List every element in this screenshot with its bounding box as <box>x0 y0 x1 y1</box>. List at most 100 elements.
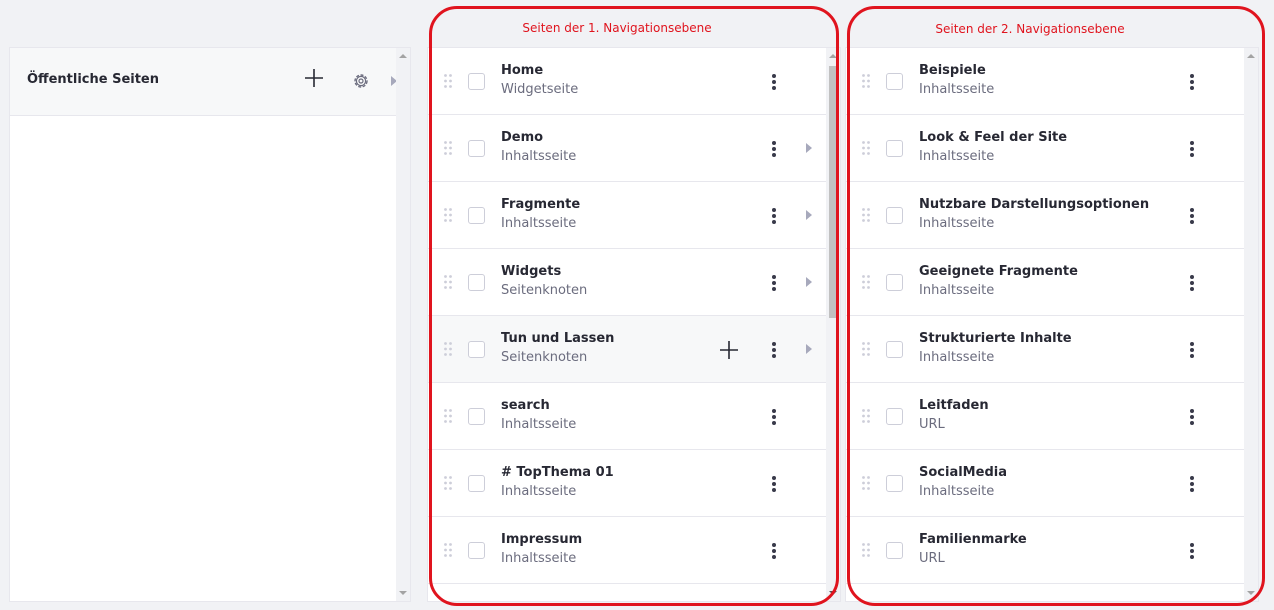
row-checkbox[interactable] <box>886 408 903 425</box>
scroll-thumb[interactable] <box>829 66 837 318</box>
page-row[interactable]: search Inhaltsseite <box>428 383 826 450</box>
page-row[interactable]: Strukturierte Inhalte Inhaltsseite <box>846 316 1244 383</box>
drag-handle-icon[interactable] <box>443 408 453 424</box>
plus-icon[interactable] <box>303 67 325 89</box>
page-title: Strukturierte Inhalte <box>919 331 1072 346</box>
kebab-icon[interactable] <box>1189 341 1195 359</box>
drag-handle-icon[interactable] <box>861 207 871 223</box>
page-title: Impressum <box>501 532 583 547</box>
page-row[interactable]: SocialMedia Inhaltsseite <box>846 450 1244 517</box>
page-type: URL <box>919 417 945 432</box>
page-type: Inhaltsseite <box>501 149 577 164</box>
page-row[interactable]: Geeignete Fragmente Inhaltsseite <box>846 249 1244 316</box>
row-checkbox[interactable] <box>468 274 485 291</box>
page-title: # TopThema 01 <box>501 465 614 480</box>
drag-handle-icon[interactable] <box>443 140 453 156</box>
row-checkbox[interactable] <box>468 408 485 425</box>
root-scrollbar[interactable] <box>396 48 410 601</box>
drag-handle-icon[interactable] <box>861 542 871 558</box>
row-checkbox[interactable] <box>886 475 903 492</box>
drag-handle-icon[interactable] <box>861 274 871 290</box>
scroll-up-icon[interactable] <box>1247 52 1255 60</box>
kebab-icon[interactable] <box>1189 475 1195 493</box>
page-type: Inhaltsseite <box>919 283 995 298</box>
caret-right-icon[interactable] <box>805 142 813 154</box>
page-title: Demo <box>501 130 544 145</box>
caret-right-icon[interactable] <box>805 343 813 355</box>
kebab-icon[interactable] <box>771 341 777 359</box>
drag-handle-icon[interactable] <box>861 140 871 156</box>
page-title: SocialMedia <box>919 465 1007 480</box>
row-checkbox[interactable] <box>468 140 485 157</box>
page-title: Home <box>501 63 544 78</box>
root-title: Öffentliche Seiten <box>27 72 160 87</box>
page-row[interactable]: Look & Feel der Site Inhaltsseite <box>846 115 1244 182</box>
caret-right-icon[interactable] <box>805 276 813 288</box>
row-checkbox[interactable] <box>886 73 903 90</box>
plus-icon[interactable] <box>719 340 739 360</box>
scroll-up-icon[interactable] <box>829 52 837 60</box>
page-row[interactable]: Familienmarke URL <box>846 517 1244 584</box>
drag-handle-icon[interactable] <box>443 207 453 223</box>
root-header[interactable]: Öffentliche Seiten <box>10 48 410 116</box>
drag-handle-icon[interactable] <box>443 475 453 491</box>
kebab-icon[interactable] <box>771 542 777 560</box>
kebab-icon[interactable] <box>1189 542 1195 560</box>
row-checkbox[interactable] <box>468 475 485 492</box>
row-checkbox[interactable] <box>468 341 485 358</box>
caret-right-icon[interactable] <box>805 209 813 221</box>
page-type: Inhaltsseite <box>501 417 577 432</box>
drag-handle-icon[interactable] <box>861 475 871 491</box>
page-row[interactable]: Widgets Seitenknoten <box>428 249 826 316</box>
row-checkbox[interactable] <box>886 341 903 358</box>
kebab-icon[interactable] <box>771 475 777 493</box>
page-type: Seitenknoten <box>501 283 588 298</box>
kebab-icon[interactable] <box>1189 408 1195 426</box>
kebab-icon[interactable] <box>1189 140 1195 158</box>
kebab-icon[interactable] <box>1189 73 1195 91</box>
row-checkbox[interactable] <box>886 274 903 291</box>
drag-handle-icon[interactable] <box>861 73 871 89</box>
annotation-label-level1: Seiten der 1. Navigationsebene <box>522 21 712 35</box>
kebab-icon[interactable] <box>771 274 777 292</box>
page-row[interactable]: Tun und Lassen Seitenknoten <box>428 316 826 383</box>
page-type: Inhaltsseite <box>919 82 995 97</box>
page-row[interactable]: Home Widgetseite <box>428 48 826 115</box>
page-row[interactable]: Fragmente Inhaltsseite <box>428 182 826 249</box>
page-type: Inhaltsseite <box>919 350 995 365</box>
page-title: Beispiele <box>919 63 986 78</box>
drag-handle-icon[interactable] <box>443 341 453 357</box>
row-checkbox[interactable] <box>468 73 485 90</box>
scroll-down-icon[interactable] <box>1247 589 1255 597</box>
page-title: Fragmente <box>501 197 581 212</box>
kebab-icon[interactable] <box>771 408 777 426</box>
gear-icon[interactable] <box>352 72 370 90</box>
row-checkbox[interactable] <box>468 207 485 224</box>
drag-handle-icon[interactable] <box>443 73 453 89</box>
page-row[interactable]: Nutzbare Darstellungsoptionen Inhaltsseit… <box>846 182 1244 249</box>
level2-scrollbar[interactable] <box>1244 48 1258 601</box>
drag-handle-icon[interactable] <box>861 341 871 357</box>
page-row[interactable]: Demo Inhaltsseite <box>428 115 826 182</box>
row-checkbox[interactable] <box>886 207 903 224</box>
drag-handle-icon[interactable] <box>443 542 453 558</box>
page-row[interactable]: # TopThema 01 Inhaltsseite <box>428 450 826 517</box>
level1-scrollbar[interactable] <box>826 48 840 601</box>
row-checkbox[interactable] <box>886 542 903 559</box>
kebab-icon[interactable] <box>771 140 777 158</box>
kebab-icon[interactable] <box>771 207 777 225</box>
page-row[interactable]: Impressum Inhaltsseite <box>428 517 826 584</box>
page-title: Leitfaden <box>919 398 989 413</box>
scroll-up-icon[interactable] <box>399 52 407 60</box>
row-checkbox[interactable] <box>886 140 903 157</box>
drag-handle-icon[interactable] <box>861 408 871 424</box>
scroll-down-icon[interactable] <box>829 589 837 597</box>
page-row[interactable]: Leitfaden URL <box>846 383 1244 450</box>
drag-handle-icon[interactable] <box>443 274 453 290</box>
row-checkbox[interactable] <box>468 542 485 559</box>
kebab-icon[interactable] <box>1189 207 1195 225</box>
kebab-icon[interactable] <box>1189 274 1195 292</box>
scroll-down-icon[interactable] <box>399 589 407 597</box>
page-row[interactable]: Beispiele Inhaltsseite <box>846 48 1244 115</box>
kebab-icon[interactable] <box>771 73 777 91</box>
